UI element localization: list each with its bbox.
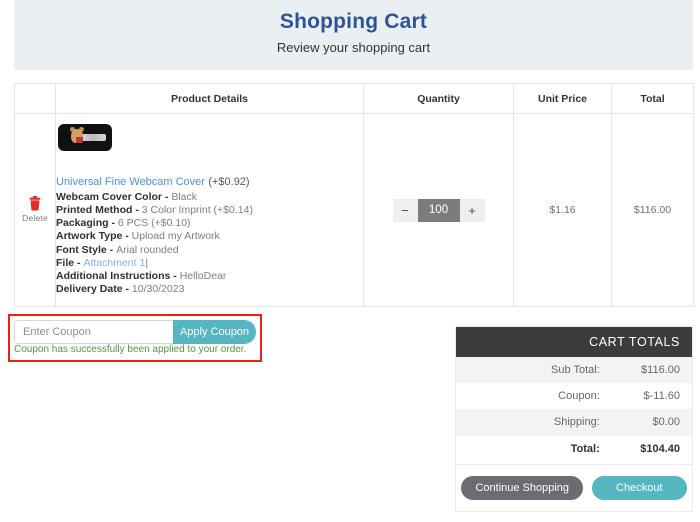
cart-actions: Continue Shopping Checkout <box>456 464 692 502</box>
attachment-separator: | <box>145 256 149 269</box>
attribute-label: Font Style <box>56 243 107 256</box>
remove-cell: Delete <box>14 113 56 307</box>
cart-table-header: Product Details Quantity Unit Price Tota… <box>14 83 694 114</box>
product-name-link[interactable]: Universal Fine Webcam Cover <box>56 176 205 188</box>
product-attribute: Artwork Type - Upload my Artwork <box>56 230 220 243</box>
product-details-cell: Universal Fine Webcam Cover (+$0.92) Web… <box>55 113 364 307</box>
page-header-banner: Shopping Cart Review your shopping cart <box>14 0 693 70</box>
cart-totals-heading: CART TOTALS <box>456 327 692 357</box>
cart-table-body: Delete Universal Fine Webcam Cover (+$0.… <box>14 113 694 307</box>
totals-value: $104.40 <box>611 435 692 462</box>
product-price-modifier: (+$0.92) <box>208 175 250 188</box>
quantity-cell: − 100 + <box>363 113 514 307</box>
product-attribute: Webcam Cover Color - Black <box>56 190 198 203</box>
continue-shopping-button[interactable]: Continue Shopping <box>461 476 584 500</box>
table-row: Delete Universal Fine Webcam Cover (+$0.… <box>14 113 694 307</box>
quantity-stepper[interactable]: − 100 + <box>392 198 485 222</box>
delete-item-label: Delete <box>22 213 48 223</box>
attribute-value: Black <box>171 190 198 203</box>
attribute-label: Webcam Cover Color <box>56 190 162 203</box>
product-attribute: Delivery Date - 10/30/2023 <box>56 283 185 296</box>
quantity-increase-button[interactable]: + <box>459 198 485 222</box>
line-total-cell: $116.00 <box>611 113 694 307</box>
column-header-quantity: Quantity <box>363 83 514 114</box>
totals-value: $116.00 <box>611 357 692 383</box>
apply-coupon-button[interactable]: Apply Coupon <box>173 320 256 344</box>
column-header-remove <box>14 83 56 114</box>
attribute-value: Upload my Artwork <box>131 230 220 243</box>
cart-totals-panel: CART TOTALS Sub Total: $116.00 Coupon: $… <box>455 326 693 512</box>
quantity-input[interactable]: 100 <box>417 198 460 222</box>
totals-row-grand-total: Total: $104.40 <box>456 435 692 462</box>
attribute-label: Delivery Date <box>56 283 123 296</box>
totals-label: Shipping: <box>456 409 612 436</box>
product-attribute: Additional Instructions - HelloDear <box>56 269 227 282</box>
attribute-label: Printed Method <box>56 203 133 216</box>
attribute-label: Additional Instructions <box>56 269 171 282</box>
totals-label: Total: <box>456 435 612 462</box>
checkout-button[interactable]: Checkout <box>592 476 687 500</box>
cart-totals-table: Sub Total: $116.00 Coupon: $-11.60 Shipp… <box>456 357 692 462</box>
column-header-unit-price: Unit Price <box>513 83 612 114</box>
totals-label: Sub Total: <box>456 357 612 383</box>
totals-row-subtotal: Sub Total: $116.00 <box>456 357 692 383</box>
product-thumbnail <box>58 123 112 151</box>
attribute-label: Artwork Type <box>56 230 123 243</box>
totals-row-shipping: Shipping: $0.00 <box>456 409 692 436</box>
attribute-value: 3 Color Imprint (+$0.14) <box>141 203 253 216</box>
attribute-value: 6 PCS (+$0.10) <box>117 217 191 230</box>
attribute-value: HelloDear <box>179 269 227 282</box>
totals-value: $-11.60 <box>643 390 681 402</box>
attribute-value: 10/30/2023 <box>131 283 185 296</box>
product-attribute: Printed Method - 3 Color Imprint (+$0.14… <box>56 203 253 216</box>
delete-item-button[interactable]: Delete <box>22 196 48 223</box>
totals-row-coupon: Coupon: $-11.60 <box>456 383 692 409</box>
page-title: Shopping Cart <box>279 10 428 33</box>
table-header-row: Product Details Quantity Unit Price Tota… <box>14 83 694 114</box>
cart-table: Product Details Quantity Unit Price Tota… <box>14 83 694 307</box>
attribute-label: Packaging <box>56 217 109 230</box>
quantity-decrease-button[interactable]: − <box>392 198 418 222</box>
product-attribute: Font Style - Arial rounded <box>56 243 179 256</box>
product-attribute-file: File - Attachment 1| <box>56 256 149 269</box>
column-header-details: Product Details <box>55 83 364 114</box>
product-attribute: Packaging - 6 PCS (+$0.10) <box>56 217 191 230</box>
column-header-total: Total <box>611 83 694 114</box>
attachment-link[interactable]: Attachment 1 <box>83 257 145 269</box>
coupon-form: Apply Coupon <box>14 320 256 344</box>
totals-value: $0.00 <box>611 409 692 436</box>
coupon-success-message: Coupon has successfully been applied to … <box>14 344 247 355</box>
attribute-label: File <box>56 256 75 269</box>
coupon-input[interactable] <box>14 320 173 344</box>
product-title-row: Universal Fine Webcam Cover (+$0.92) <box>56 173 363 190</box>
attribute-value: Arial rounded <box>116 243 179 256</box>
unit-price-cell: $1.16 <box>513 113 612 307</box>
totals-label: Coupon: <box>558 390 600 402</box>
page-subtitle: Review your shopping cart <box>276 40 431 55</box>
trash-icon <box>29 196 41 211</box>
